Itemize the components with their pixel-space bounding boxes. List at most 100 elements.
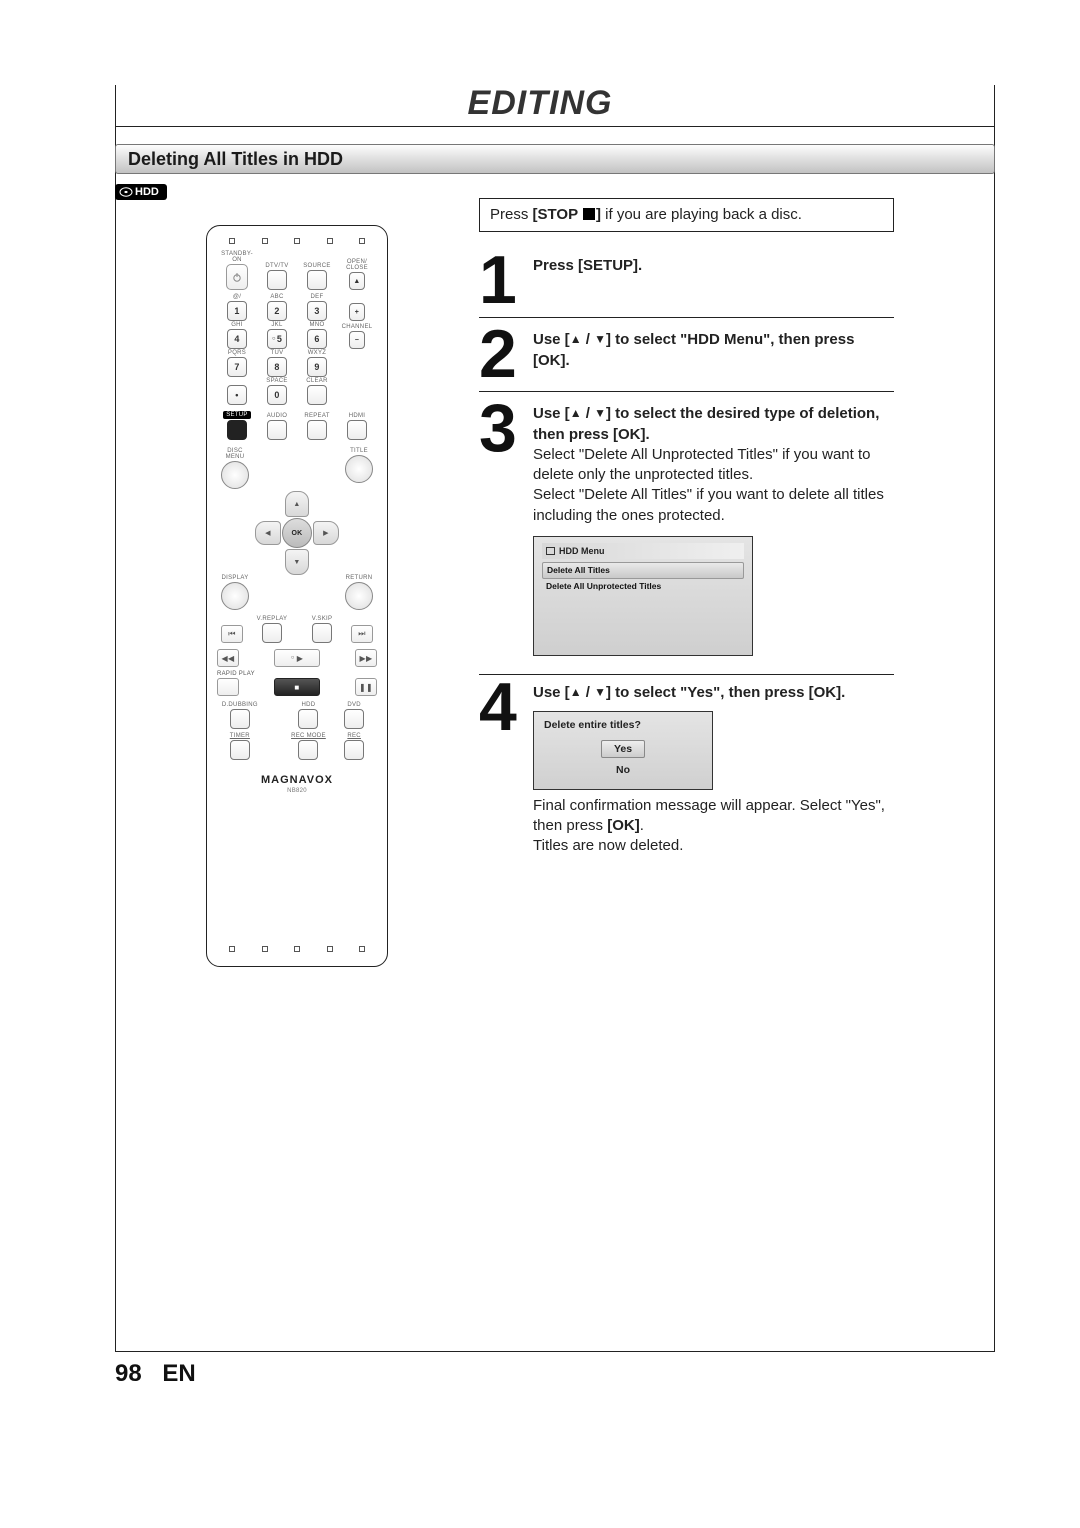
rec-button.[interactable]: [344, 740, 364, 760]
instructions-column: Press [STOP ] if you are playing back a …: [479, 198, 894, 870]
section-bar: Deleting All Titles in HDD: [115, 144, 995, 174]
page-rule-bottom: [115, 1351, 995, 1352]
step-4-body-1: Final confirmation message will appear. …: [533, 796, 894, 837]
down-arrow-icon: ▼: [594, 406, 606, 420]
disc-icon: [119, 186, 133, 198]
timer-button[interactable]: [230, 740, 250, 760]
pause-button[interactable]: ❚❚: [355, 678, 377, 696]
step-3-body-1: Select "Delete All Unprotected Titles" i…: [533, 445, 894, 486]
up-arrow-icon: ▲: [570, 332, 582, 346]
label-dtvtv: DTV/TV: [265, 263, 288, 269]
label-setup: SETUP: [223, 411, 251, 419]
page-rule-top: [115, 126, 995, 127]
skip-prev-button[interactable]: ⏮: [221, 625, 243, 643]
key-9[interactable]: 9: [307, 357, 327, 377]
step-2: 2 Use [▲ / ▼] to select "HDD Menu", then…: [479, 322, 894, 392]
osd-confirm-dialog: Delete entire titles? Yes No: [533, 711, 713, 790]
step-3-body-2: Select "Delete All Titles" if you want t…: [533, 485, 894, 526]
hdd-button[interactable]: [298, 709, 318, 729]
dvd-button[interactable]: [344, 709, 364, 729]
open-close-button[interactable]: ▲: [349, 272, 365, 290]
vskip-button[interactable]: [312, 623, 332, 643]
key-2[interactable]: 2: [267, 301, 287, 321]
dialog-option-yes[interactable]: Yes: [601, 740, 645, 758]
key-5[interactable]: ○5: [267, 329, 287, 349]
step-4-head: Use [▲ / ▼] to select "Yes", then press …: [533, 683, 894, 703]
dpad: ▲ ▼ ◀ ▶ OK: [255, 491, 339, 575]
key-0[interactable]: 0: [267, 385, 287, 405]
up-arrow-icon: ▲: [570, 685, 582, 699]
dialog-question: Delete entire titles?: [544, 718, 702, 732]
dpad-up-button[interactable]: ▲: [285, 491, 309, 517]
note-box: Press [STOP ] if you are playing back a …: [479, 198, 894, 232]
dtv-tv-button[interactable]: [267, 270, 287, 290]
stop-button[interactable]: ■: [274, 678, 320, 696]
page-lang: EN: [162, 1360, 195, 1387]
remote-control: STANDBY-ON DTV/TV SOURCE OPEN/ CLOSE▲ @/…: [206, 225, 388, 967]
source-button[interactable]: [307, 270, 327, 290]
label-standby: STANDBY-ON: [217, 251, 257, 263]
remote-model: NB820: [217, 788, 377, 794]
display-button[interactable]: [221, 582, 249, 610]
dpad-down-button[interactable]: ▼: [285, 549, 309, 575]
osd-item-delete-all-titles[interactable]: Delete All Titles: [542, 562, 744, 579]
remote-bottom-dots: [217, 944, 377, 958]
setup-button[interactable]: [227, 420, 247, 440]
return-button[interactable]: [345, 582, 373, 610]
step-4: 4 Use [▲ / ▼] to select "Yes", then pres…: [479, 675, 894, 867]
title-button[interactable]: [345, 455, 373, 483]
dubbing-button[interactable]: [230, 709, 250, 729]
disc-menu-button[interactable]: [221, 461, 249, 489]
step-1-head: Press [SETUP].: [533, 256, 894, 276]
channel-up-button[interactable]: +: [349, 303, 365, 321]
play-button[interactable]: ○▶: [274, 649, 320, 667]
page-footer: 98 EN: [115, 1360, 196, 1388]
stop-icon: [583, 208, 595, 220]
down-arrow-icon: ▼: [594, 332, 606, 346]
up-arrow-icon: ▲: [570, 406, 582, 420]
label-openclose: OPEN/ CLOSE: [346, 259, 368, 271]
vreplay-button[interactable]: [262, 623, 282, 643]
step-3-head: Use [▲ / ▼] to select the desired type o…: [533, 404, 894, 445]
rec-mode-button[interactable]: [298, 740, 318, 760]
step-1-number: 1: [479, 254, 533, 307]
key-dot[interactable]: •: [227, 385, 247, 405]
power-icon: [232, 272, 242, 282]
dialog-option-no[interactable]: No: [601, 762, 645, 778]
osd-item-delete-all-unprotected[interactable]: Delete All Unprotected Titles: [542, 579, 744, 594]
hdmi-button[interactable]: [347, 420, 367, 440]
step-1: 1 Press [SETUP].: [479, 248, 894, 318]
key-1[interactable]: 1: [227, 301, 247, 321]
standby-on-button[interactable]: [226, 264, 248, 290]
page-rule-left: [115, 85, 116, 1352]
channel-down-button[interactable]: −: [349, 331, 365, 349]
label-rapid-play: RAPID PLAY: [217, 671, 377, 677]
dpad-left-button[interactable]: ◀: [255, 521, 281, 545]
note-post: if you are playing back a disc.: [601, 206, 802, 223]
note-pre: Press: [490, 206, 533, 223]
remote-top-dots: [217, 236, 377, 250]
note-button-label: [STOP: [533, 206, 582, 223]
key-4[interactable]: 4: [227, 329, 247, 349]
step-3-number: 3: [479, 402, 533, 660]
rapid-play-button[interactable]: [217, 678, 239, 696]
fastfwd-button[interactable]: ▶▶: [355, 649, 377, 667]
dpad-right-button[interactable]: ▶: [313, 521, 339, 545]
repeat-button[interactable]: [307, 420, 327, 440]
key-3[interactable]: 3: [307, 301, 327, 321]
step-3: 3 Use [▲ / ▼] to select the desired type…: [479, 396, 894, 670]
chapter-title: EDITING: [0, 84, 1080, 123]
key-8[interactable]: 8: [267, 357, 287, 377]
hdd-badge-label: HDD: [135, 186, 159, 198]
audio-button[interactable]: [267, 420, 287, 440]
skip-next-button[interactable]: ⏭: [351, 625, 373, 643]
page-rule-right: [994, 85, 995, 1352]
key-6[interactable]: 6: [307, 329, 327, 349]
down-arrow-icon: ▼: [594, 685, 606, 699]
rewind-button[interactable]: ◀◀: [217, 649, 239, 667]
tv-icon: [546, 547, 555, 555]
step-4-body-2: Titles are now deleted.: [533, 836, 894, 856]
ok-button[interactable]: OK: [282, 518, 312, 548]
key-7[interactable]: 7: [227, 357, 247, 377]
clear-button[interactable]: [307, 385, 327, 405]
